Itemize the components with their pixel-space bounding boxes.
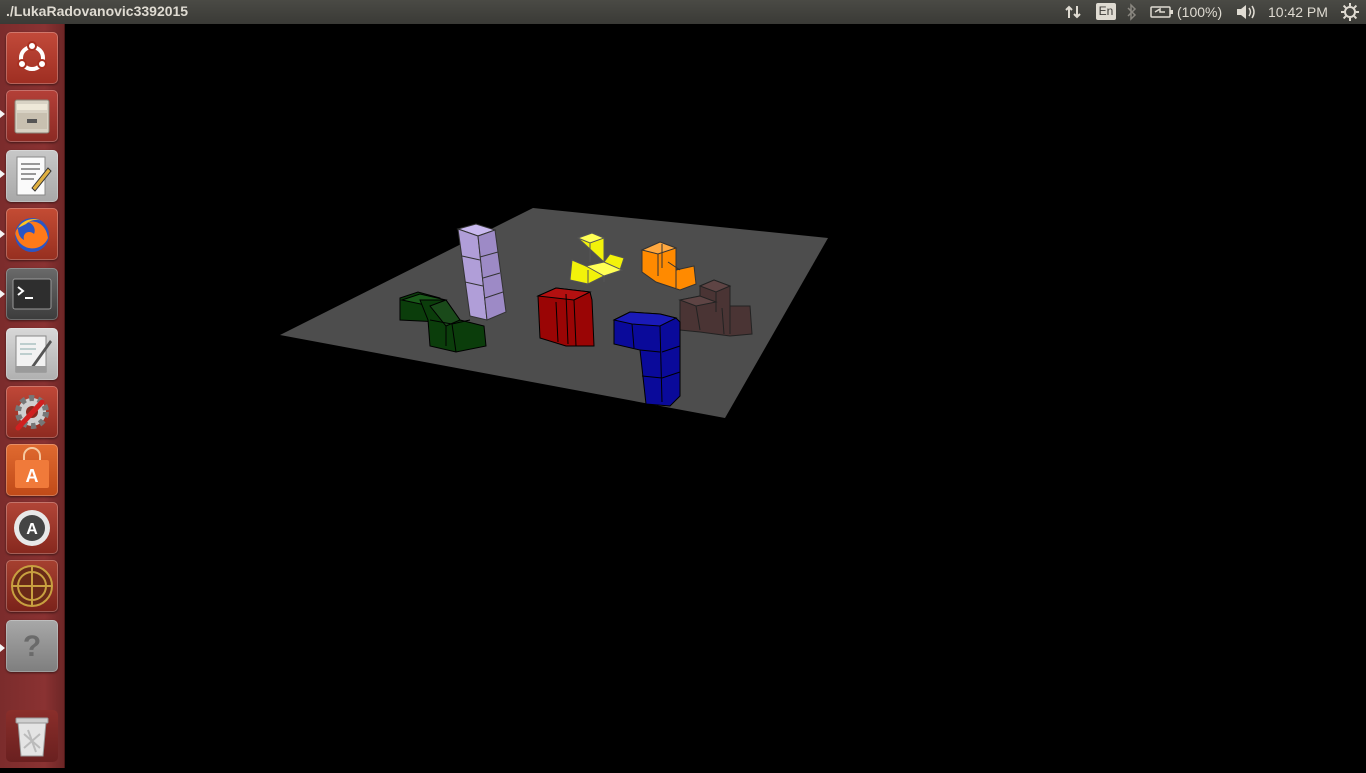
running-indicator	[0, 110, 5, 118]
terminal-icon	[12, 278, 52, 310]
launcher-item-unknown-app[interactable]: ?	[6, 620, 58, 672]
launcher-item-trash[interactable]	[6, 710, 58, 762]
document-pen-icon	[15, 335, 52, 373]
keyboard-layout-indicator[interactable]: En	[1096, 3, 1116, 20]
running-indicator	[0, 170, 5, 178]
updater-icon: A	[14, 510, 50, 546]
firefox-icon	[15, 218, 49, 252]
top-panel: ./LukaRadovanovic3392015 En (100%) 10:42…	[0, 0, 1366, 24]
svg-text:A: A	[26, 466, 39, 486]
ubuntu-logo-icon	[17, 41, 47, 71]
launcher-item-game-app[interactable]	[6, 560, 58, 612]
gear-wrench-icon	[15, 395, 49, 431]
svg-text:?: ?	[23, 630, 41, 663]
launcher: A A ?	[0, 24, 65, 768]
clock[interactable]: 10:42 PM	[1268, 0, 1328, 24]
file-cabinet-icon	[14, 99, 50, 134]
running-indicator	[0, 644, 5, 652]
launcher-item-software-updater[interactable]: A	[6, 502, 58, 554]
launcher-item-terminal[interactable]	[6, 268, 58, 320]
red-block	[536, 287, 595, 347]
network-arrows-icon[interactable]	[1064, 0, 1084, 24]
bluetooth-icon[interactable]	[1126, 0, 1138, 24]
launcher-item-libreoffice-writer[interactable]	[6, 328, 58, 380]
trash-icon	[15, 717, 49, 757]
running-indicator	[0, 230, 5, 238]
battery-icon[interactable]	[1150, 0, 1174, 24]
running-indicator	[0, 290, 5, 298]
launcher-item-ubuntu-software[interactable]: A	[6, 444, 58, 496]
launcher-item-ubuntu-dash[interactable]	[6, 32, 58, 84]
question-mark-icon: ?	[23, 630, 41, 663]
crosshair-circle-icon	[11, 565, 53, 607]
launcher-item-files[interactable]	[6, 90, 58, 142]
volume-icon[interactable]	[1235, 0, 1257, 24]
window-title: ./LukaRadovanovic3392015	[6, 3, 189, 19]
text-editor-icon	[16, 156, 52, 196]
svg-text:A: A	[26, 521, 38, 538]
launcher-item-system-settings[interactable]	[6, 386, 58, 438]
game-viewport[interactable]	[65, 24, 1366, 768]
scene-canvas[interactable]	[65, 24, 1366, 768]
battery-percent: (100%)	[1177, 4, 1223, 20]
shopping-bag-icon: A	[15, 447, 49, 488]
launcher-item-text-editor[interactable]	[6, 150, 58, 202]
launcher-item-firefox[interactable]	[6, 208, 58, 260]
settings-gear-icon[interactable]	[1340, 0, 1360, 24]
